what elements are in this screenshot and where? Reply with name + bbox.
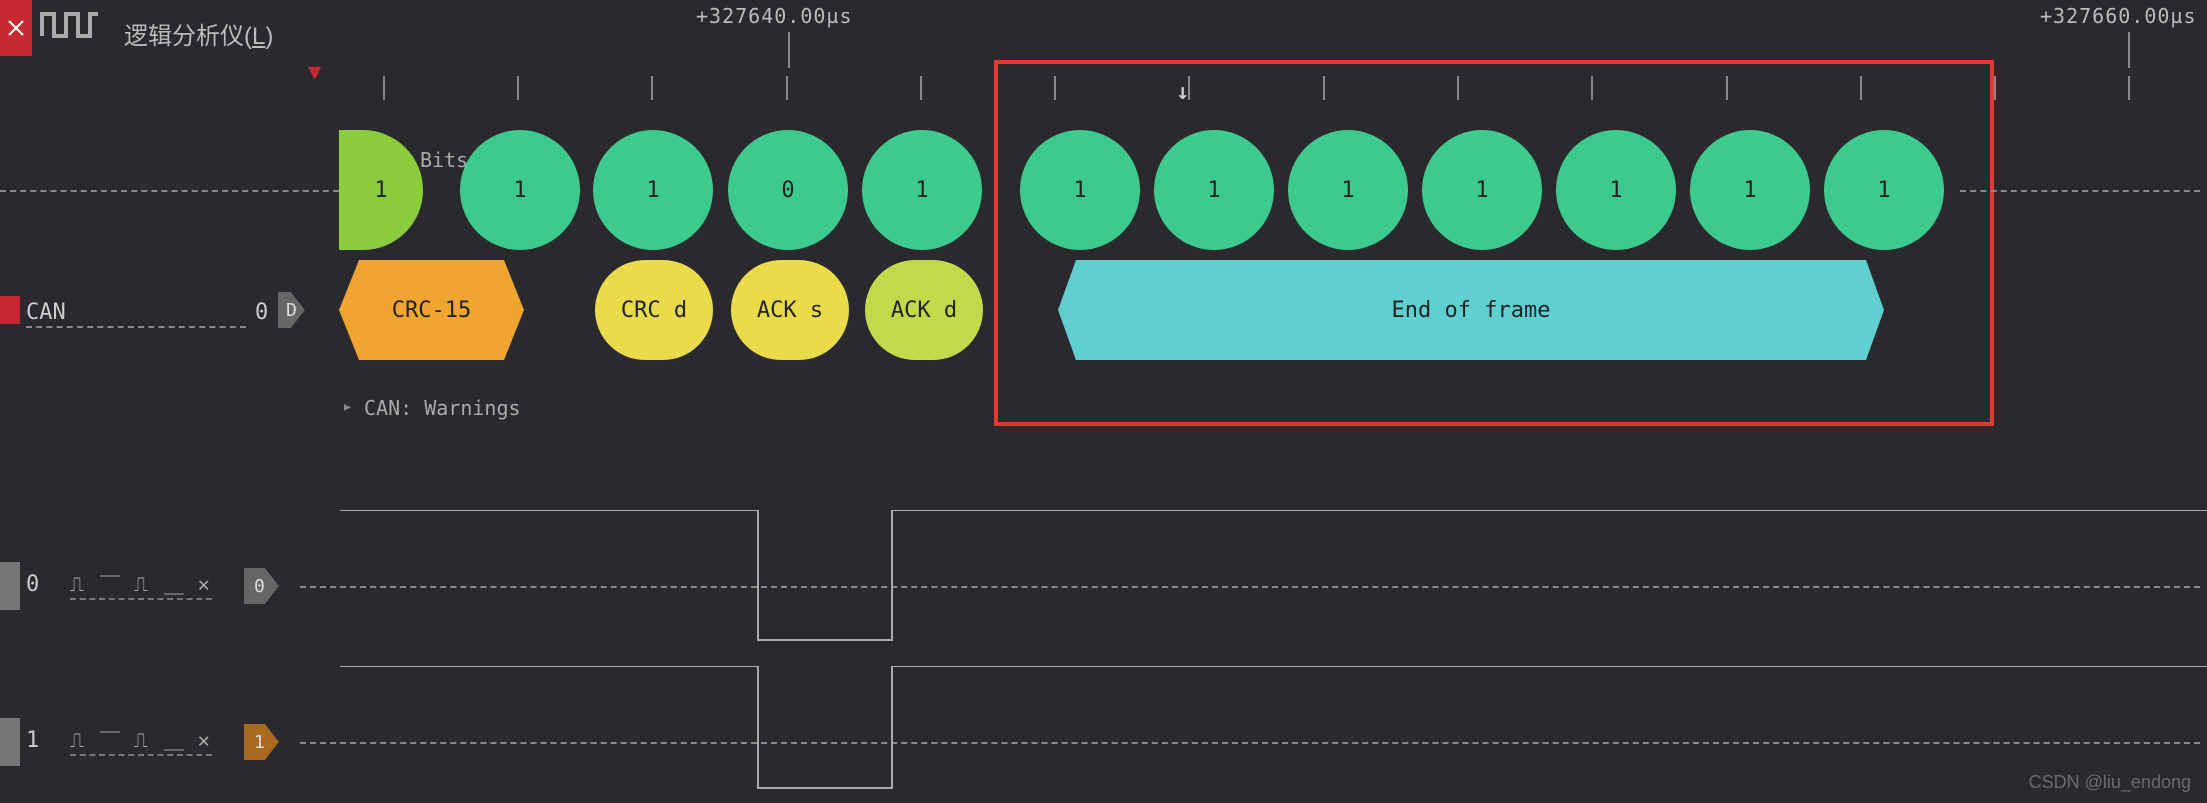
time-tick-minor: [383, 76, 385, 100]
logic-wave-icon: [40, 4, 100, 48]
bit-bubble[interactable]: 1: [1422, 130, 1542, 250]
can-field[interactable]: ACK d: [865, 260, 983, 360]
can-leading-zero: 0: [255, 300, 268, 325]
time-tick-minor: [1994, 76, 1996, 100]
can-field[interactable]: CRC d: [595, 260, 713, 360]
time-tick-major: [2128, 32, 2130, 68]
channel-trigger-buttons[interactable]: ⎍ ⎺ ⎍ ⎽ ✕: [70, 728, 212, 756]
bit-bubble[interactable]: 1: [1824, 130, 1944, 250]
channel-value-badge[interactable]: 0: [244, 568, 279, 604]
channel-waveform[interactable]: [340, 510, 2207, 650]
time-tick-minor: [517, 76, 519, 100]
time-tick-minor: [2128, 76, 2130, 100]
can-data-badge[interactable]: D: [278, 292, 305, 328]
channel-marker[interactable]: [0, 562, 20, 610]
channel-waveform[interactable]: [340, 666, 2207, 796]
can-channel-marker[interactable]: [0, 296, 20, 324]
app-title: 逻辑分析仪(L): [124, 16, 273, 51]
channel-marker[interactable]: [0, 718, 20, 766]
time-tick-minor: [651, 76, 653, 100]
bits-baseline: [1960, 190, 2200, 192]
cursor-marker[interactable]: ▼: [308, 60, 321, 85]
close-icon: [6, 18, 26, 38]
bit-bubble[interactable]: 1: [593, 130, 713, 250]
channel-index: 1: [26, 728, 39, 753]
warnings-expand-icon[interactable]: ▸: [342, 396, 353, 417]
channel-value-badge[interactable]: 1: [244, 724, 279, 760]
bit-bubble[interactable]: 1: [1556, 130, 1676, 250]
time-tick-minor: [786, 76, 788, 100]
bit-bubble[interactable]: 1: [1154, 130, 1274, 250]
watermark: CSDN @liu_endong: [2029, 772, 2191, 793]
bits-row-label: Bits: [420, 148, 468, 172]
time-tick-minor: [920, 76, 922, 100]
can-field[interactable]: CRC-15: [339, 260, 524, 360]
time-label: +327640.00µs: [696, 4, 853, 28]
bit-bubble[interactable]: 1: [1288, 130, 1408, 250]
bit-bubble[interactable]: 1: [1690, 130, 1810, 250]
channel-trigger-buttons[interactable]: ⎍ ⎺ ⎍ ⎽ ✕: [70, 572, 212, 600]
bits-baseline: [0, 190, 339, 192]
bit-bubble[interactable]: 1: [1020, 130, 1140, 250]
bit-bubble[interactable]: 1: [862, 130, 982, 250]
time-label: +327660.00µs: [2040, 4, 2197, 28]
warnings-label[interactable]: CAN: Warnings: [364, 396, 521, 420]
bit-bubble[interactable]: 1: [339, 130, 423, 250]
can-baseline: [26, 326, 246, 328]
bit-bubble[interactable]: 0: [728, 130, 848, 250]
bit-bubble[interactable]: 1: [460, 130, 580, 250]
can-field[interactable]: ACK s: [731, 260, 849, 360]
can-channel-label: CAN: [26, 300, 66, 325]
time-tick-major: [788, 32, 790, 68]
close-button[interactable]: [0, 0, 32, 56]
channel-index: 0: [26, 572, 39, 597]
can-end-of-frame[interactable]: End of frame: [1058, 260, 1884, 360]
